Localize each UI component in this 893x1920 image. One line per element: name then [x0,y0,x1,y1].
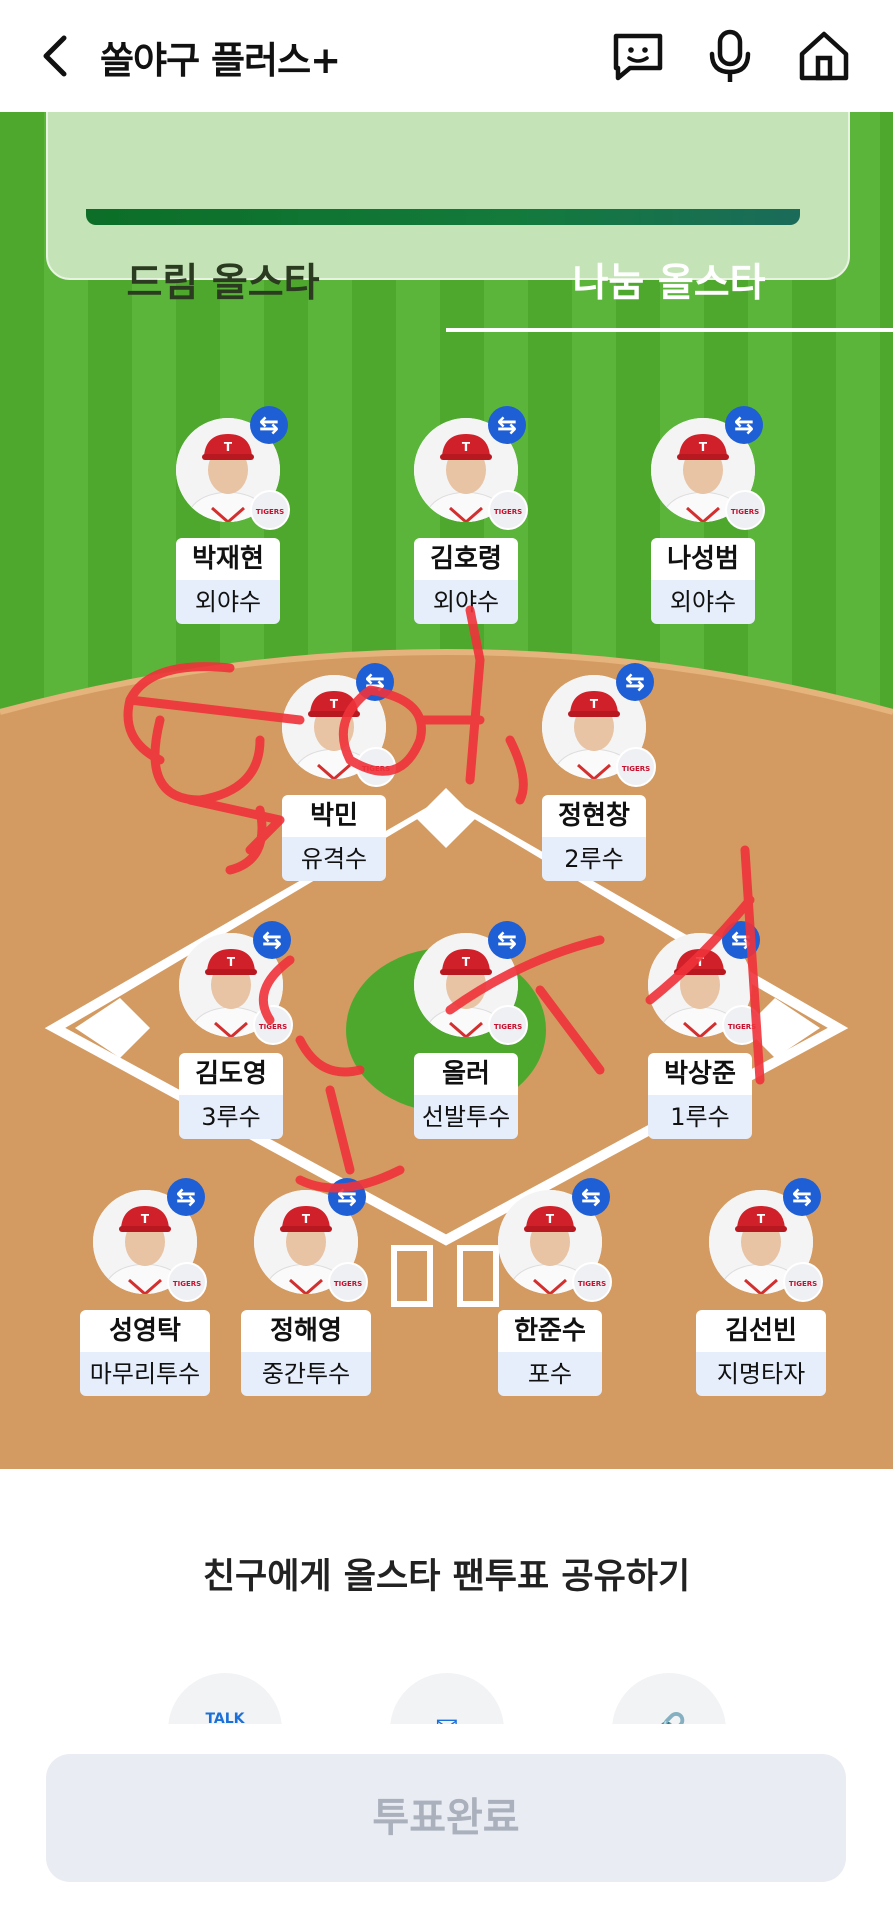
svg-text:TIGERS: TIGERS [494,1023,522,1031]
player-position: 지명타자 [696,1352,826,1396]
player-name: 한준수 [498,1310,602,1352]
swap-player-icon[interactable]: ⇆ [783,1178,821,1216]
player-position: 외야수 [414,580,518,624]
player-card[interactable]: T ⇆ TIGERS 나성범 외야수 [633,406,773,648]
player-name: 정현창 [542,795,646,837]
svg-text:TIGERS: TIGERS [173,1280,201,1288]
team-logo: TIGERS [328,1262,368,1302]
svg-text:TIGERS: TIGERS [362,765,390,773]
player-card[interactable]: T ⇆ TIGERS 김선빈 지명타자 [691,1178,831,1420]
svg-text:TIGERS: TIGERS [259,1023,287,1031]
player-position: 2루수 [542,837,646,881]
tab-dream-allstar[interactable]: 드림 올스타 [0,252,446,308]
player-card[interactable]: T ⇆ TIGERS 김도영 3루수 [161,921,301,1163]
team-logo: TIGERS [572,1262,612,1302]
player-name: 올러 [414,1053,518,1095]
player-position: 1루수 [648,1095,752,1139]
player-card[interactable]: T ⇆ TIGERS 정현창 2루수 [524,663,664,905]
swap-player-icon[interactable]: ⇆ [488,406,526,444]
home-icon[interactable] [796,28,852,84]
chevron-left-icon[interactable] [36,32,80,80]
svg-text:TIGERS: TIGERS [731,508,759,516]
svg-text:T: T [462,955,471,969]
swap-player-icon[interactable]: ⇆ [253,921,291,959]
team-logo: TIGERS [725,490,765,530]
swap-player-icon[interactable]: ⇆ [250,406,288,444]
svg-text:T: T [330,697,339,711]
player-position: 중간투수 [241,1352,371,1396]
player-card[interactable]: T ⇆ TIGERS 김호령 외야수 [396,406,536,648]
svg-text:TIGERS: TIGERS [622,765,650,773]
player-name: 정해영 [241,1310,371,1352]
player-card[interactable]: T ⇆ TIGERS 박상준 1루수 [630,921,770,1163]
player-position: 마무리투수 [80,1352,210,1396]
swap-player-icon[interactable]: ⇆ [488,921,526,959]
player-name: 성영탁 [80,1310,210,1352]
svg-text:T: T [302,1212,311,1226]
team-logo: TIGERS [356,747,396,787]
svg-text:T: T [462,440,471,454]
player-card[interactable]: T ⇆ TIGERS 한준수 포수 [480,1178,620,1420]
player-position: 선발투수 [414,1095,518,1139]
swap-player-icon[interactable]: ⇆ [725,406,763,444]
svg-text:T: T [224,440,233,454]
svg-text:T: T [590,697,599,711]
share-title: 친구에게 올스타 팬투표 공유하기 [202,1557,691,1597]
player-name: 나성범 [651,538,755,580]
svg-text:TIGERS: TIGERS [789,1280,817,1288]
player-card[interactable]: T ⇆ TIGERS 성영탁 마무리투수 [75,1178,215,1420]
tab-share-allstar[interactable]: 나눔 올스타 [446,252,892,308]
active-tab-indicator [446,328,893,332]
team-logo: TIGERS [722,1005,762,1045]
swap-player-icon[interactable]: ⇆ [167,1178,205,1216]
team-logo: TIGERS [167,1262,207,1302]
svg-text:TIGERS: TIGERS [256,508,284,516]
svg-text:TIGERS: TIGERS [578,1280,606,1288]
swap-player-icon[interactable]: ⇆ [328,1178,366,1216]
team-logo: TIGERS [783,1262,823,1302]
app-header: 쏠야구 플러스+ [0,0,893,112]
vote-complete-button[interactable]: 투표완료 [46,1754,846,1882]
swap-player-icon[interactable]: ⇆ [356,663,394,701]
svg-text:T: T [699,440,708,454]
swap-player-icon[interactable]: ⇆ [616,663,654,701]
player-card[interactable]: T ⇆ TIGERS 박민 유격수 [264,663,404,905]
banner-progress-bar [86,209,800,225]
player-name: 박재현 [176,538,280,580]
svg-text:TIGERS: TIGERS [334,1280,362,1288]
team-logo: TIGERS [250,490,290,530]
swap-player-icon[interactable]: ⇆ [572,1178,610,1216]
page-title: 쏠야구 플러스+ [100,39,341,82]
svg-text:T: T [757,1212,766,1226]
team-logo: TIGERS [488,490,528,530]
player-name: 김호령 [414,538,518,580]
player-name: 김도영 [179,1053,283,1095]
player-position: 외야수 [176,580,280,624]
svg-text:T: T [546,1212,555,1226]
player-position: 포수 [498,1352,602,1396]
team-logo: TIGERS [488,1005,528,1045]
swap-player-icon[interactable]: ⇆ [722,921,760,959]
svg-text:T: T [696,955,705,969]
player-name: 박민 [282,795,386,837]
svg-text:T: T [141,1212,150,1226]
svg-text:TIGERS: TIGERS [728,1023,756,1031]
svg-text:T: T [227,955,236,969]
player-name: 김선빈 [696,1310,826,1352]
microphone-icon[interactable] [702,28,758,84]
player-position: 외야수 [651,580,755,624]
player-name: 박상준 [648,1053,752,1095]
svg-text:TIGERS: TIGERS [494,508,522,516]
player-position: 3루수 [179,1095,283,1139]
team-logo: TIGERS [253,1005,293,1045]
lineup-field: 드림 올스타 나눔 올스타 T ⇆ TIGERS 박재현 외야수 T ⇆ TIGERS 김호령 외… [0,112,893,1469]
player-card[interactable]: T ⇆ TIGERS 정해영 중간투수 [236,1178,376,1420]
chat-face-icon[interactable] [610,28,666,84]
player-position: 유격수 [282,837,386,881]
team-logo: TIGERS [616,747,656,787]
player-card[interactable]: T ⇆ TIGERS 박재현 외야수 [158,406,298,648]
player-card[interactable]: T ⇆ TIGERS 올러 선발투수 [396,921,536,1163]
